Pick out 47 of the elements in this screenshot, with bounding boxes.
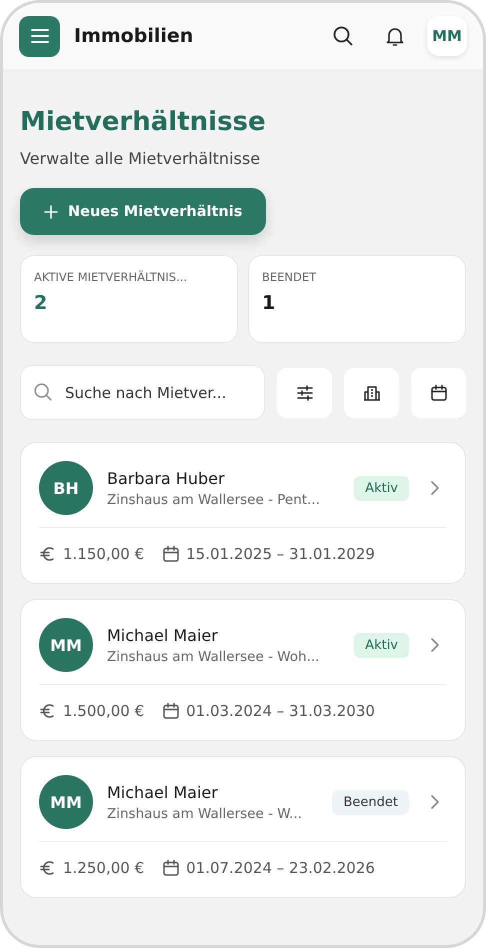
stat-value: 1: [262, 292, 276, 314]
status-badge: Aktiv: [354, 476, 409, 500]
calendar-icon: [430, 384, 448, 402]
search-icon[interactable]: [331, 24, 355, 48]
property-name: Zinshaus am Wallersee - W...: [107, 806, 303, 822]
tenant-avatar: MM: [39, 775, 93, 829]
new-tenancy-button[interactable]: Neues Mietverhältnis: [20, 188, 266, 235]
page-title: Mietverhältnisse: [20, 107, 267, 137]
menu-icon: [30, 28, 50, 44]
tenant-name: Michael Maier: [107, 626, 219, 644]
chevron-right-icon[interactable]: [429, 637, 441, 653]
calendar-icon: [162, 702, 180, 720]
user-avatar[interactable]: MM: [427, 16, 467, 56]
tenancy-card[interactable]: MM Michael Maier Zinshaus am Wallersee - Woh... Aktiv 1.500,00 € 01.03.2024 – 31.03.2030: [20, 599, 466, 741]
tenant-avatar: BH: [39, 461, 93, 515]
menu-button[interactable]: [19, 16, 60, 56]
search-field[interactable]: Suche nach Mietver...: [20, 365, 265, 420]
building-icon: [362, 384, 380, 402]
rent-amount: 1.150,00 €: [63, 545, 144, 563]
app-title: Immobilien: [74, 25, 194, 47]
sliders-icon: [296, 384, 314, 402]
calendar-icon: [162, 545, 180, 563]
tenant-name: Barbara Huber: [107, 468, 226, 488]
lease-period: 01.07.2024 – 23.02.2026: [186, 859, 375, 877]
stat-value: 2: [34, 292, 48, 314]
status-badge: Beendet: [332, 790, 409, 814]
date-filter-button[interactable]: [411, 368, 466, 418]
rent-amount: 1.500,00 €: [63, 702, 144, 720]
rent-amount: 1.250,00 €: [63, 859, 144, 877]
tenancy-card[interactable]: BH Barbara Huber Zinshaus am Wallersee - Pent... Aktiv 1.150,00 € 15.01.2025 – 31.01.2029: [20, 442, 466, 584]
property-name: Zinshaus am Wallersee - Woh...: [107, 648, 320, 664]
stat-label: AKTIVE MIETVERHÄLTNIS...: [34, 270, 188, 284]
chevron-right-icon[interactable]: [429, 794, 441, 810]
chevron-right-icon[interactable]: [429, 480, 441, 496]
lease-period: 15.01.2025 – 31.01.2029: [186, 545, 375, 563]
property-filter-button[interactable]: [344, 368, 399, 418]
lease-period: 01.03.2024 – 31.03.2030: [186, 702, 375, 720]
filter-button[interactable]: [277, 368, 332, 418]
plus-icon: [44, 204, 58, 218]
tenant-name: Michael Maier: [107, 782, 219, 802]
calendar-icon: [162, 859, 180, 877]
page-subtitle: Verwalte alle Mietverhältnisse: [20, 149, 262, 168]
stat-label: BEENDET: [262, 270, 316, 284]
property-name: Zinshaus am Wallersee - Pent...: [107, 492, 321, 508]
tenant-avatar: MM: [39, 618, 93, 672]
tenancy-card[interactable]: MM Michael Maier Zinshaus am Wallersee - W... Beendet 1.250,00 € 01.07.2024 – 23.02.2026: [20, 756, 466, 898]
status-badge: Aktiv: [354, 632, 409, 658]
